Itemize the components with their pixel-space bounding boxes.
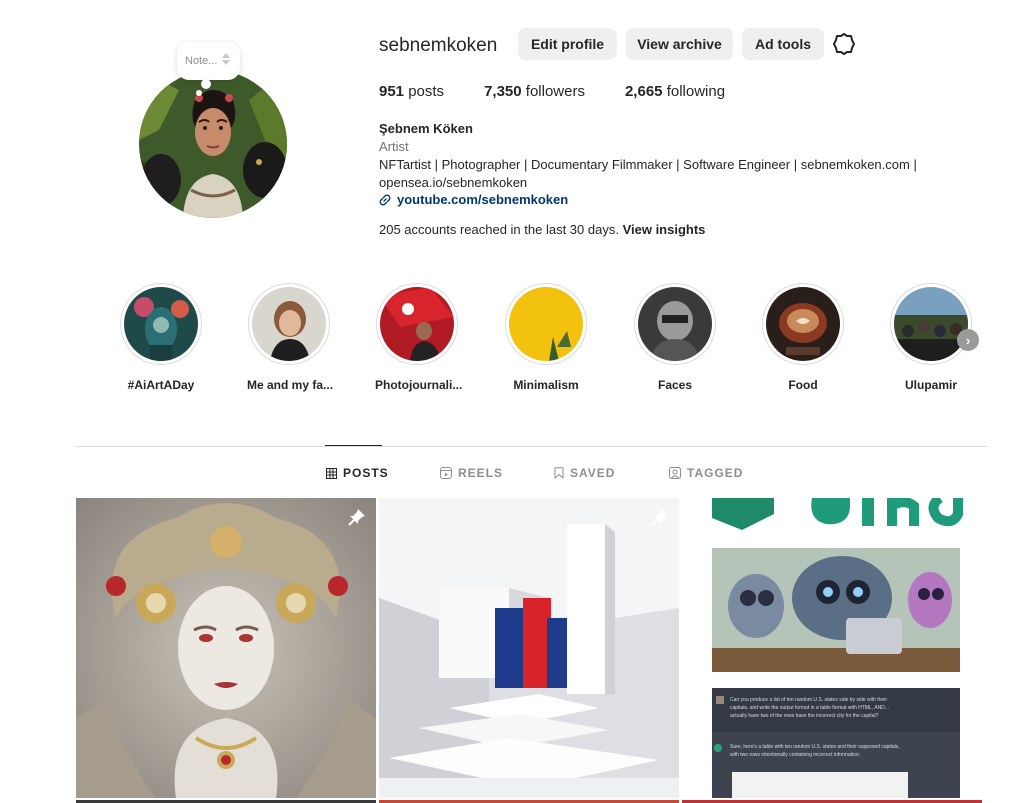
chat-question-line: Can you produce a list of ten random U.S… [730,697,887,703]
note-stepper-icon[interactable] [221,51,231,71]
view-insights-link[interactable]: View insights [623,222,706,237]
tab-tagged[interactable]: TAGGED [669,466,743,480]
highlight-label: Me and my fa... [247,378,334,392]
chat-question-line: actually have two of the rows have the i… [730,713,879,719]
pinned-icon [651,509,668,526]
view-archive-button[interactable]: View archive [626,28,733,60]
chat-answer-line: with two rows intentionally containing i… [730,752,860,758]
highlight-label: Food [788,378,818,392]
post-tile[interactable] [76,498,376,798]
tab-label: TAGGED [687,466,744,480]
tabs-divider [75,446,987,447]
highlight-ring [634,283,716,365]
grid-icon [326,467,337,479]
tab-label: SAVED [570,466,616,480]
highlight-cover [766,287,840,361]
stat-value: 7,350 [484,83,522,100]
stat-following[interactable]: 2,665 following [625,83,725,100]
note-tail-dot [201,79,211,89]
highlight-ring [762,283,844,365]
post-image: Can you produce a list of ten random U.S… [682,498,982,798]
edit-profile-button[interactable]: Edit profile [518,28,617,60]
chat-answer-line: Sure, here's a table with ten random U.S… [730,744,900,750]
highlight-label: Minimalism [513,378,579,392]
post-tile[interactable] [379,498,679,798]
highlight-ring [376,283,458,365]
tab-saved[interactable]: SAVED [554,466,615,480]
highlight-cover [894,287,968,361]
profile-link[interactable]: youtube.com/sebnemkoken [379,192,568,207]
profile-category: Artist [379,139,409,154]
stat-posts: 951 posts [379,83,444,100]
tab-label: POSTS [343,466,389,480]
tab-label: REELS [458,466,504,480]
pinned-icon [348,509,365,526]
post-tile[interactable]: Can you produce a list of ten random U.S… [682,498,982,798]
reels-icon [440,467,452,479]
highlight-item[interactable]: Photojournali... [375,283,463,392]
post-image [76,498,376,798]
highlight-cover [252,287,326,361]
highlight-cover [380,287,454,361]
stat-followers[interactable]: 7,350 followers [484,83,585,100]
post-image [379,498,679,798]
stat-value: 2,665 [624,83,663,100]
highlight-label: Ulupamir [904,378,957,392]
bookmark-icon [554,467,564,479]
profile-avatar[interactable] [139,70,287,218]
stat-value: 951 [379,83,405,100]
tagged-icon [669,467,681,479]
stat-label: followers [525,83,585,100]
insights-text: 205 accounts reached in the last 30 days… [379,222,619,237]
bio-line: NFTartist | Photographer | Documentary F… [379,157,917,172]
profile-stats: 951 posts 7,350 followers 2,665 followin… [379,83,765,100]
highlight-cover [638,287,712,361]
note-bubble[interactable]: Note... [177,42,240,80]
highlight-ring [505,283,587,365]
highlight-label: #AiArtADay [127,378,195,392]
tab-reels[interactable]: REELS [440,466,503,480]
highlight-ring [248,283,330,365]
bio-line: opensea.io/sebnemkoken [379,175,528,190]
profile-username: sebnemkoken [379,35,498,56]
highlight-item[interactable]: Minimalism [504,283,588,392]
note-tail-dot [196,90,202,96]
highlight-item[interactable]: Food [761,283,845,392]
link-text: youtube.com/sebnemkoken [397,192,569,207]
settings-gear-icon[interactable] [832,32,856,56]
highlight-item[interactable]: Me and my fa... [247,283,334,392]
highlight-ring [120,283,202,365]
link-icon [379,194,391,205]
tab-posts[interactable]: POSTS [326,466,389,480]
profile-bio: NFTartist | Photographer | Documentary F… [379,156,959,192]
highlight-cover [124,287,198,361]
ad-tools-button[interactable]: Ad tools [742,28,824,60]
highlight-label: Faces [657,378,693,392]
active-tab-indicator [325,445,382,446]
stat-label: posts [408,83,445,100]
stat-label: following [666,83,726,100]
highlight-cover [509,287,583,361]
note-placeholder: Note... [185,55,218,67]
highlights-next-chevron-icon[interactable]: › [957,329,979,351]
highlight-item[interactable]: #AiArtADay [119,283,203,392]
highlight-label: Photojournali... [375,378,463,392]
insights-row: 205 accounts reached in the last 30 days… [379,222,705,237]
highlight-ring [890,283,972,365]
profile-full-name: Şebnem Köken [379,121,473,136]
highlight-item[interactable]: Faces [633,283,717,392]
chat-question-line: capitals, and write the output format in… [730,705,889,711]
